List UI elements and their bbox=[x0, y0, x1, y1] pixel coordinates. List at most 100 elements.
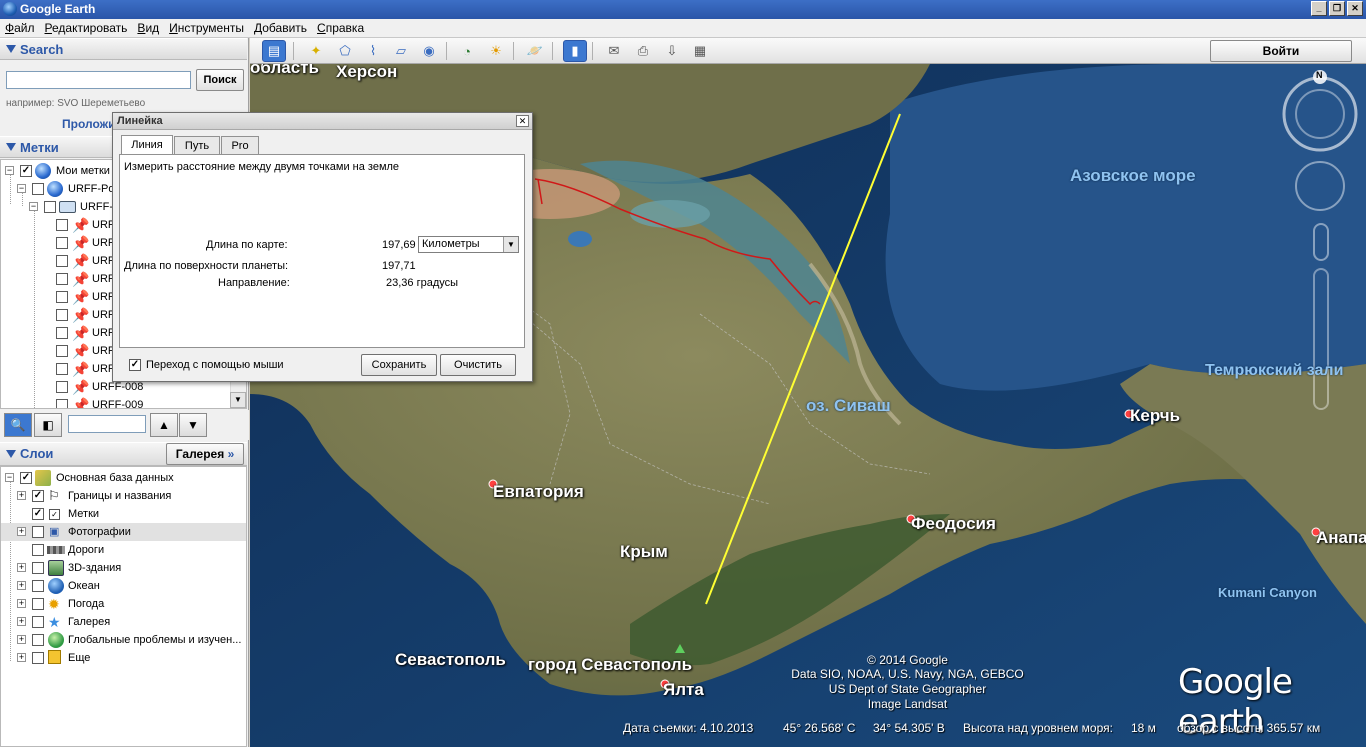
layer-item[interactable]: Дороги bbox=[1, 541, 246, 559]
move-up-button[interactable]: ▲ bbox=[150, 413, 178, 437]
checkbox[interactable] bbox=[56, 399, 68, 408]
checkbox[interactable] bbox=[32, 616, 44, 628]
map-label-evpatoria: Евпатория bbox=[493, 482, 584, 501]
ruler-icon[interactable]: ▮ bbox=[563, 40, 587, 62]
menu-add[interactable]: Добавить bbox=[249, 19, 312, 37]
view-in-maps-icon[interactable]: ▦ bbox=[688, 40, 712, 62]
search-panel-header[interactable]: Search bbox=[0, 38, 247, 60]
expand-icon[interactable]: + bbox=[17, 617, 26, 626]
maximize-button[interactable]: ❐ bbox=[1329, 1, 1345, 16]
checkbox[interactable] bbox=[32, 526, 44, 538]
expand-icon[interactable]: + bbox=[17, 635, 26, 644]
pushpin-icon: 📌 bbox=[72, 253, 90, 269]
checkbox[interactable] bbox=[56, 273, 68, 285]
layer-item[interactable]: + ✓ ⚐ Границы и названия bbox=[1, 487, 246, 505]
layer-item[interactable]: + 3D-здания bbox=[1, 559, 246, 577]
checkbox[interactable] bbox=[56, 309, 68, 321]
add-image-overlay-icon[interactable]: ▱ bbox=[389, 40, 413, 62]
layer-item[interactable]: + ✹ Погода bbox=[1, 595, 246, 613]
map-length-label: Длина по карте: bbox=[206, 239, 288, 251]
collapse-icon[interactable]: − bbox=[5, 473, 14, 482]
sign-in-button[interactable]: Войти bbox=[1210, 40, 1352, 62]
menu-tools[interactable]: Инструменты bbox=[164, 19, 249, 37]
expand-icon[interactable]: + bbox=[17, 581, 26, 590]
view-toggle-button[interactable]: ◧ bbox=[34, 413, 62, 437]
checkbox[interactable] bbox=[44, 201, 56, 213]
tab-line[interactable]: Линия bbox=[121, 135, 173, 155]
search-button[interactable]: Поиск bbox=[196, 69, 244, 91]
menu-edit[interactable]: Редактировать bbox=[40, 19, 133, 37]
close-button[interactable]: ✕ bbox=[1347, 1, 1363, 16]
record-tour-icon[interactable]: ◉ bbox=[417, 40, 441, 62]
checkbox[interactable] bbox=[32, 580, 44, 592]
checkbox[interactable] bbox=[56, 237, 68, 249]
checkbox[interactable] bbox=[56, 345, 68, 357]
layer-root[interactable]: − ✓ Основная база данных bbox=[1, 469, 246, 487]
checkbox[interactable] bbox=[56, 381, 68, 393]
minimize-button[interactable]: _ bbox=[1311, 1, 1327, 16]
tab-pro[interactable]: Pro bbox=[221, 136, 259, 155]
checkbox[interactable] bbox=[32, 634, 44, 646]
places-filter-input[interactable] bbox=[68, 415, 146, 433]
expand-icon[interactable]: + bbox=[17, 599, 26, 608]
collapse-icon[interactable]: − bbox=[29, 202, 38, 211]
layer-item[interactable]: + Еще bbox=[1, 649, 246, 667]
print-icon[interactable]: ⎙ bbox=[631, 40, 655, 62]
sidebar-toggle-icon[interactable]: ▤ bbox=[262, 40, 286, 62]
add-path-icon[interactable]: ⌇ bbox=[361, 40, 385, 62]
latitude-readout: 45° 26.568' С bbox=[783, 721, 856, 735]
checkbox[interactable] bbox=[56, 363, 68, 375]
save-button[interactable]: Сохранить bbox=[361, 354, 437, 376]
checkbox[interactable] bbox=[56, 219, 68, 231]
gallery-button[interactable]: Галерея » bbox=[166, 443, 244, 465]
checkbox[interactable] bbox=[56, 327, 68, 339]
search-places-button[interactable]: 🔍 bbox=[4, 413, 32, 437]
checkbox[interactable]: ✓ bbox=[20, 472, 32, 484]
clear-button[interactable]: Очистить bbox=[440, 354, 516, 376]
checkbox[interactable] bbox=[32, 652, 44, 664]
layer-item[interactable]: + Глобальные проблемы и изучен... bbox=[1, 631, 246, 649]
dropdown-arrow-icon[interactable]: ▼ bbox=[503, 237, 518, 252]
ruler-dialog-titlebar[interactable]: Линейка ✕ bbox=[113, 113, 532, 130]
checkbox[interactable]: ✓ bbox=[32, 508, 44, 520]
checkbox[interactable] bbox=[32, 562, 44, 574]
expand-icon[interactable]: + bbox=[17, 563, 26, 572]
checkbox[interactable] bbox=[56, 291, 68, 303]
collapse-icon[interactable]: − bbox=[17, 184, 26, 193]
attribution-geographer: US Dept of State Geographer bbox=[828, 682, 987, 696]
checkbox[interactable]: ✓ bbox=[32, 490, 44, 502]
sunlight-icon[interactable]: ☀ bbox=[484, 40, 508, 62]
layer-item[interactable]: + Океан bbox=[1, 577, 246, 595]
menu-view[interactable]: Вид bbox=[132, 19, 164, 37]
save-image-icon[interactable]: ⇩ bbox=[660, 40, 684, 62]
unit-select[interactable]: Километры ▼ bbox=[418, 236, 519, 253]
expand-icon[interactable]: + bbox=[17, 527, 26, 536]
mouse-navigation-checkbox[interactable]: ✓ bbox=[129, 359, 141, 371]
list-item[interactable]: 📌 URFF-009 bbox=[1, 396, 231, 408]
expand-icon[interactable]: + bbox=[17, 491, 26, 500]
compass-north-label[interactable]: N bbox=[1316, 70, 1323, 80]
checkbox[interactable] bbox=[32, 598, 44, 610]
expand-icon[interactable]: + bbox=[17, 653, 26, 662]
move-down-button[interactable]: ▼ bbox=[179, 413, 207, 437]
search-input[interactable] bbox=[6, 71, 191, 89]
checkbox[interactable]: ✓ bbox=[20, 165, 32, 177]
menu-file[interactable]: Файл bbox=[0, 19, 40, 37]
historical-imagery-icon[interactable]: ◔ bbox=[455, 40, 479, 62]
layer-item[interactable]: ✓ ✓ Метки bbox=[1, 505, 246, 523]
checkbox[interactable] bbox=[56, 255, 68, 267]
scroll-down-arrow-icon[interactable]: ▼ bbox=[230, 392, 246, 408]
planets-icon[interactable]: 🪐 bbox=[523, 40, 547, 62]
menu-help[interactable]: Справка bbox=[312, 19, 369, 37]
tree-label: URFF- bbox=[80, 201, 113, 213]
checkbox[interactable] bbox=[32, 544, 44, 556]
checkbox[interactable] bbox=[32, 183, 44, 195]
ruler-close-icon[interactable]: ✕ bbox=[516, 115, 529, 127]
add-placemark-icon[interactable]: ✦ bbox=[304, 40, 328, 62]
add-polygon-icon[interactable]: ⬠ bbox=[333, 40, 357, 62]
layer-item-selected[interactable]: + ▣ Фотографии bbox=[1, 523, 246, 541]
tab-path[interactable]: Путь bbox=[174, 136, 220, 155]
collapse-icon[interactable]: − bbox=[5, 166, 14, 175]
layer-item[interactable]: + ★ Галерея bbox=[1, 613, 246, 631]
email-icon[interactable]: ✉ bbox=[602, 40, 626, 62]
